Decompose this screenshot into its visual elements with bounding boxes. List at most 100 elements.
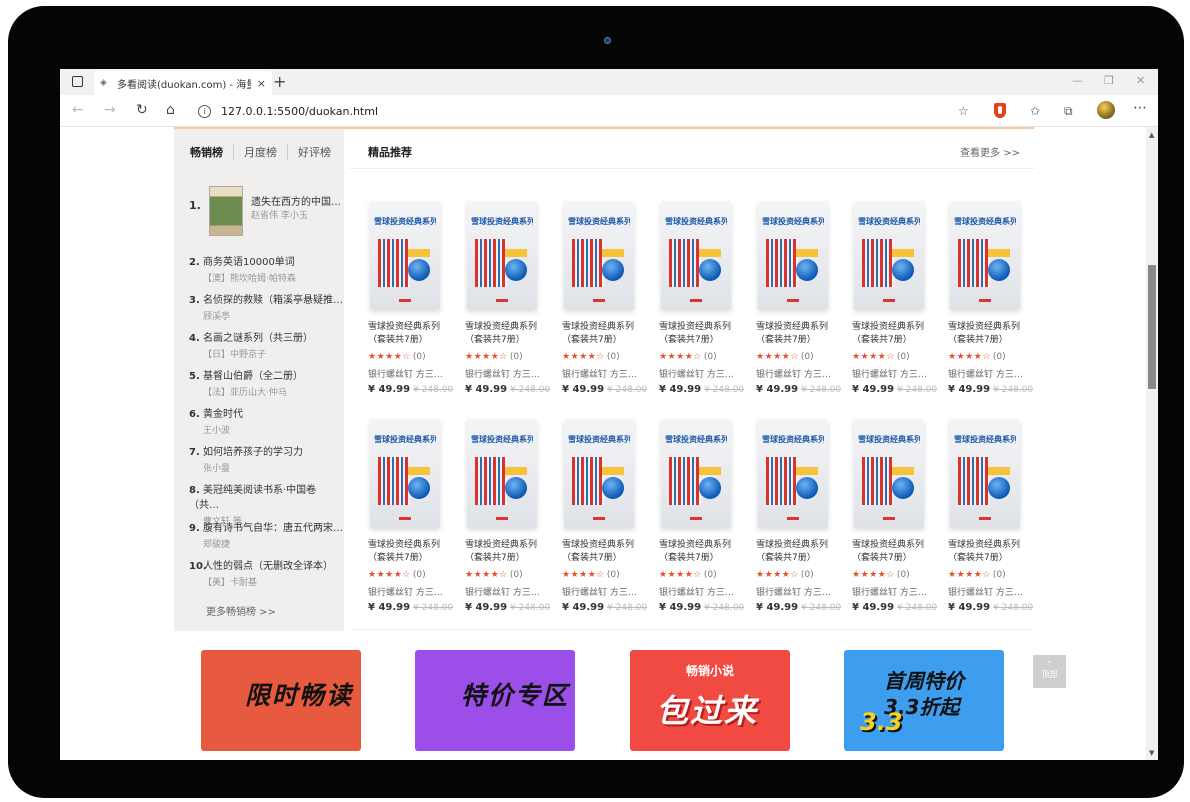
tab-close-icon[interactable]: ×: [257, 77, 266, 90]
banner-special-price[interactable]: 特价专区: [415, 650, 575, 751]
book-card[interactable]: 雪球投资经典系列 雪球投资经典系列（套装共7册） ★★★★☆ (0) 银行螺丝钉 方三……: [562, 201, 647, 395]
rank-title[interactable]: 遗失在西方的中国…: [251, 193, 351, 208]
rank-title[interactable]: 名侦探的救赎（箱溪亭悬疑推…: [203, 295, 343, 306]
tab-monthly[interactable]: 月度榜: [234, 144, 288, 160]
more-ranking-link[interactable]: 更多畅销榜 >>: [206, 603, 276, 618]
rank-item-6[interactable]: 6. 黄金时代 王小波: [189, 405, 243, 436]
rank-title[interactable]: 商务英语10000单词: [203, 257, 295, 268]
book-card[interactable]: 雪球投资经典系列 雪球投资经典系列（套装共7册） ★★★★☆ (0) 银行螺丝钉 方三……: [465, 201, 550, 395]
book-card[interactable]: 雪球投资经典系列 雪球投资经典系列（套装共7册） ★★★★☆ (0) 银行螺丝钉 方三……: [756, 201, 841, 395]
favorites-icon[interactable]: ✩: [1030, 104, 1040, 118]
book-title[interactable]: 雪球投资经典系列（套装共7册）: [562, 539, 642, 565]
rank-title[interactable]: 如何培养孩子的学习力: [203, 447, 303, 458]
rank-title[interactable]: 黄金时代: [203, 409, 243, 420]
cover-logo: [496, 299, 508, 302]
web-page: 畅销榜 月度榜 好评榜 1. 遗失在西方的中国… 赵省伟 李小玉 2. 商务英语1…: [60, 127, 1158, 760]
rank-title[interactable]: 腹有诗书气自华：唐五代两宋…: [203, 523, 343, 534]
book-cover-image[interactable]: 雪球投资经典系列: [467, 419, 537, 527]
book-cover-image[interactable]: 雪球投资经典系列: [854, 419, 924, 527]
browser-tab[interactable]: ◈ 多看阅读(duokan.com) - 海量畅… ×: [94, 71, 272, 95]
banner-first-week[interactable]: 首周特价 3.3折起 3.3: [844, 650, 1004, 751]
book-cover-image[interactable]: 雪球投资经典系列: [370, 419, 440, 527]
scroll-down-icon[interactable]: ▼: [1149, 749, 1154, 757]
book-card[interactable]: 雪球投资经典系列 雪球投资经典系列（套装共7册） ★★★★☆ (0) 银行螺丝钉 方三……: [562, 419, 647, 613]
book-title[interactable]: 雪球投资经典系列（套装共7册）: [659, 321, 739, 347]
book-title[interactable]: 雪球投资经典系列（套装共7册）: [368, 321, 448, 347]
rank-item-7[interactable]: 7. 如何培养孩子的学习力 张小曼: [189, 443, 303, 474]
book-card[interactable]: 雪球投资经典系列 雪球投资经典系列（套装共7册） ★★★★☆ (0) 银行螺丝钉 方三……: [852, 419, 937, 613]
shield-icon[interactable]: [994, 103, 1006, 118]
tab-rated[interactable]: 好评榜: [288, 144, 341, 160]
rank-item-10[interactable]: 10.人性的弱点（无删改全译本） 【美】卡耐基: [189, 557, 333, 588]
book-cover-image[interactable]: 雪球投资经典系列: [564, 201, 634, 309]
scroll-up-icon[interactable]: ▲: [1149, 131, 1154, 139]
book-title[interactable]: 雪球投资经典系列（套装共7册）: [368, 539, 448, 565]
book-cover-image[interactable]: 雪球投资经典系列: [758, 419, 828, 527]
rank-item-9[interactable]: 9. 腹有诗书气自华：唐五代两宋… 郑骏捷: [189, 519, 343, 550]
book-card[interactable]: 雪球投资经典系列 雪球投资经典系列（套装共7册） ★★★★☆ (0) 银行螺丝钉 方三……: [852, 201, 937, 395]
more-icon[interactable]: ⋯: [1133, 100, 1148, 116]
page-scrollbar[interactable]: ▲ ▼: [1146, 127, 1158, 760]
book-card[interactable]: 雪球投资经典系列 雪球投资经典系列（套装共7册） ★★★★☆ (0) 银行螺丝钉 方三……: [659, 201, 744, 395]
current-price: ¥ 49.99: [756, 384, 799, 395]
book-title[interactable]: 雪球投资经典系列（套装共7册）: [659, 539, 739, 565]
book-cover-image[interactable]: 雪球投资经典系列: [661, 419, 731, 527]
book-cover-image[interactable]: 雪球投资经典系列: [467, 201, 537, 309]
book-title[interactable]: 雪球投资经典系列（套装共7册）: [948, 539, 1028, 565]
rank-number: 3.: [189, 295, 200, 306]
book-title[interactable]: 雪球投资经典系列（套装共7册）: [756, 321, 836, 347]
book-title[interactable]: 雪球投资经典系列（套装共7册）: [948, 321, 1028, 347]
collections-icon[interactable]: ⧉: [1064, 104, 1073, 119]
book-cover-image[interactable]: 雪球投资经典系列: [854, 201, 924, 309]
cover-spines: [766, 239, 798, 287]
book-cover-image[interactable]: 雪球投资经典系列: [950, 419, 1020, 527]
cover-logo: [593, 299, 605, 302]
rank-item-5[interactable]: 5. 基督山伯爵（全二册） 【法】亚历山大·仲马: [189, 367, 303, 398]
book-card[interactable]: 雪球投资经典系列 雪球投资经典系列（套装共7册） ★★★★☆ (0) 银行螺丝钉 方三……: [368, 419, 453, 613]
book-title[interactable]: 雪球投资经典系列（套装共7册）: [465, 539, 545, 565]
banner-bestseller-novels[interactable]: 畅销小说 包过来: [630, 650, 790, 751]
book-title[interactable]: 雪球投资经典系列（套装共7册）: [852, 539, 932, 565]
book-card[interactable]: 雪球投资经典系列 雪球投资经典系列（套装共7册） ★★★★☆ (0) 银行螺丝钉 方三……: [659, 419, 744, 613]
minimize-button[interactable]: —: [1072, 74, 1083, 87]
book-card[interactable]: 雪球投资经典系列 雪球投资经典系列（套装共7册） ★★★★☆ (0) 银行螺丝钉 方三……: [756, 419, 841, 613]
rank-title[interactable]: 人性的弱点（无删改全译本）: [203, 561, 333, 572]
tab-bestseller[interactable]: 畅销榜: [190, 144, 234, 160]
forward-icon[interactable]: →: [104, 102, 116, 118]
see-more-link[interactable]: 查看更多 >>: [960, 144, 1020, 159]
book-title[interactable]: 雪球投资经典系列（套装共7册）: [756, 539, 836, 565]
tab-square-icon[interactable]: [72, 76, 83, 87]
url-field[interactable]: i 127.0.0.1:5500/duokan.html: [198, 100, 798, 122]
profile-icon[interactable]: [1097, 101, 1115, 119]
rank-title[interactable]: 名画之谜系列（共三册）: [203, 333, 313, 344]
book-card[interactable]: 雪球投资经典系列 雪球投资经典系列（套装共7册） ★★★★☆ (0) 银行螺丝钉 方三……: [368, 201, 453, 395]
banner-limited-time[interactable]: 限时畅读: [201, 650, 361, 751]
rank-title[interactable]: 美冠纯美阅读书系·中国卷（共…: [189, 485, 316, 511]
back-to-top-button[interactable]: ⌃ 顶部: [1033, 655, 1066, 688]
close-window-button[interactable]: ✕: [1136, 74, 1145, 87]
scroll-thumb[interactable]: [1148, 265, 1156, 389]
back-icon[interactable]: ←: [72, 102, 84, 118]
rank-item-4[interactable]: 4. 名画之谜系列（共三册） 【日】中野京子: [189, 329, 313, 360]
book-cover-image[interactable]: 雪球投资经典系列: [370, 201, 440, 309]
home-icon[interactable]: ⌂: [166, 102, 175, 118]
book-title[interactable]: 雪球投资经典系列（套装共7册）: [465, 321, 545, 347]
book-card[interactable]: 雪球投资经典系列 雪球投资经典系列（套装共7册） ★★★★☆ (0) 银行螺丝钉 方三……: [465, 419, 550, 613]
book-cover-image[interactable]: 雪球投资经典系列: [950, 201, 1020, 309]
book-cover-image[interactable]: 雪球投资经典系列: [564, 419, 634, 527]
book-card[interactable]: 雪球投资经典系列 雪球投资经典系列（套装共7册） ★★★★☆ (0) 银行螺丝钉 方三……: [948, 419, 1033, 613]
book-card[interactable]: 雪球投资经典系列 雪球投资经典系列（套装共7册） ★★★★☆ (0) 银行螺丝钉 方三……: [948, 201, 1033, 395]
rank-item-2[interactable]: 2. 商务英语10000单词 【澳】熊坎哈姆·帕特森: [189, 253, 296, 284]
restore-button[interactable]: ❐: [1104, 74, 1114, 87]
info-icon[interactable]: i: [198, 104, 211, 118]
book-title[interactable]: 雪球投资经典系列（套装共7册）: [852, 321, 932, 347]
favorites-add-icon[interactable]: ☆: [958, 104, 969, 118]
rank-cover-image[interactable]: [209, 186, 243, 236]
rank-title[interactable]: 基督山伯爵（全二册）: [203, 371, 303, 382]
rank-item-3[interactable]: 3. 名侦探的救赎（箱溪亭悬疑推… 顾溪亭: [189, 291, 343, 322]
refresh-icon[interactable]: ↻: [136, 102, 148, 118]
book-cover-image[interactable]: 雪球投资经典系列: [661, 201, 731, 309]
book-title[interactable]: 雪球投资经典系列（套装共7册）: [562, 321, 642, 347]
new-tab-button[interactable]: +: [273, 72, 286, 91]
book-cover-image[interactable]: 雪球投资经典系列: [758, 201, 828, 309]
